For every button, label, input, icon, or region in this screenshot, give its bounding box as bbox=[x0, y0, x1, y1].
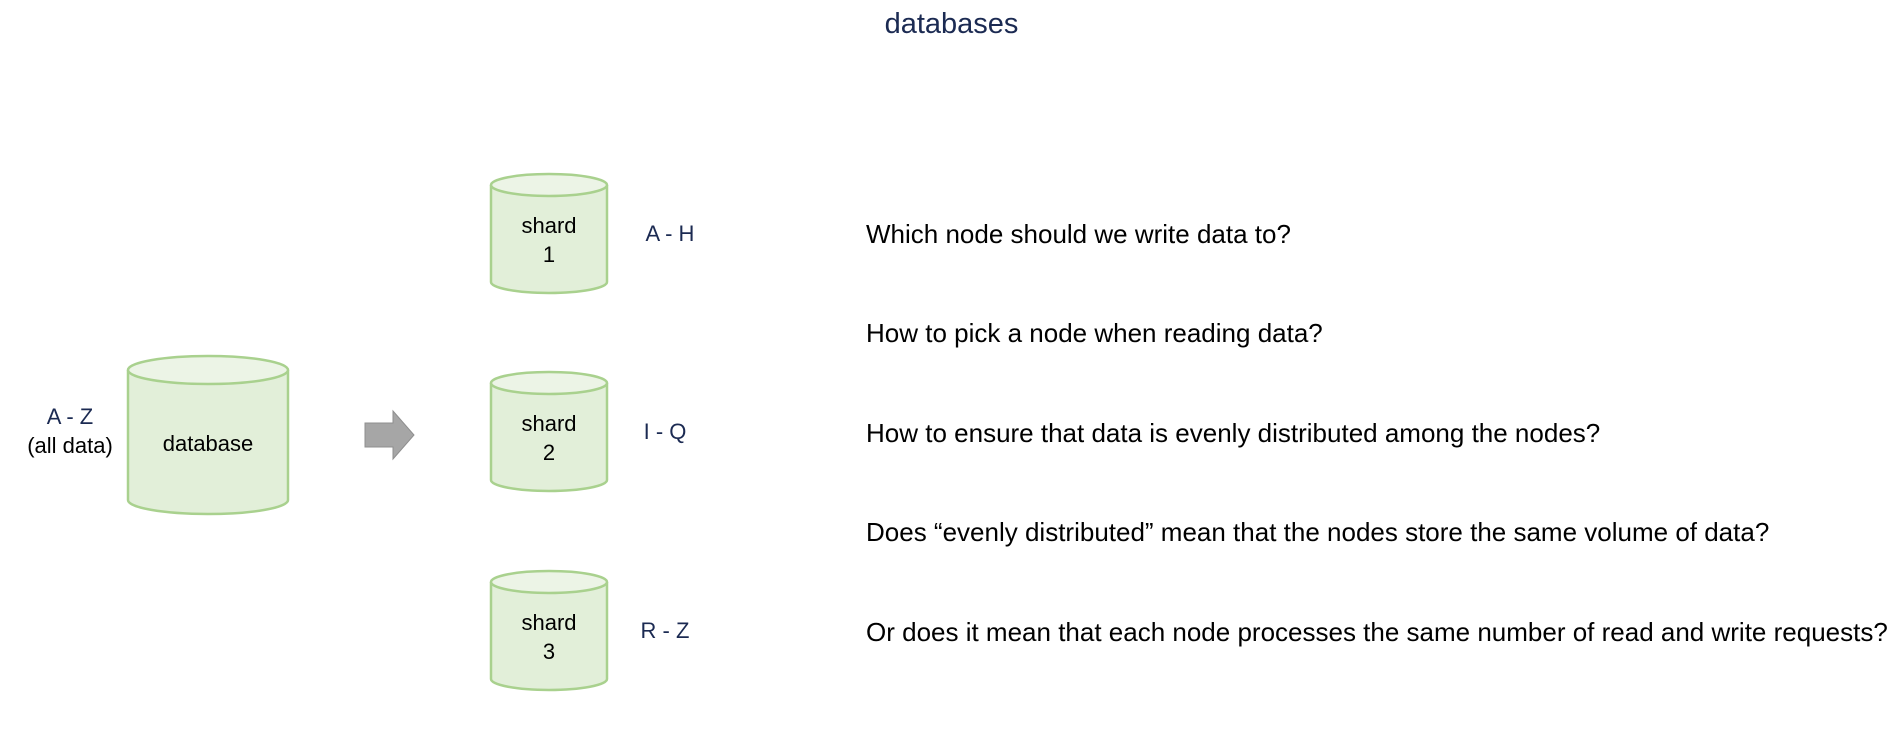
question-read-node: How to pick a node when reading data? bbox=[866, 318, 1323, 348]
shard-1-range: A - H bbox=[646, 221, 695, 246]
shard-3-cylinder: shard 3 bbox=[489, 569, 609, 692]
question-write-node: Which node should we write data to? bbox=[866, 219, 1291, 249]
shard-3-label-line1: shard bbox=[521, 610, 576, 635]
shard-3-range: R - Z bbox=[641, 618, 690, 643]
shard-1-cylinder: shard 1 bbox=[489, 172, 609, 295]
source-range-note: (all data) bbox=[27, 433, 113, 458]
shard-1-label-line1: shard bbox=[521, 213, 576, 238]
shard-3-label-line2: 3 bbox=[543, 639, 555, 664]
question-same-volume: Does “evenly distributed” mean that the … bbox=[866, 517, 1770, 547]
database-label: database bbox=[163, 431, 254, 456]
question-even-distribution: How to ensure that data is evenly distri… bbox=[866, 418, 1601, 448]
question-same-requests: Or does it mean that each node processes… bbox=[866, 617, 1888, 647]
shard-1-label-line2: 1 bbox=[543, 242, 555, 267]
right-arrow-icon bbox=[364, 409, 415, 461]
database-cylinder: database bbox=[126, 354, 290, 516]
source-range-label: A - Z bbox=[47, 404, 93, 429]
shard-2-range: I - Q bbox=[644, 419, 687, 444]
shard-2-cylinder: shard 2 bbox=[489, 370, 609, 493]
shard-2-label-line2: 2 bbox=[543, 440, 555, 465]
shard-2-label-line1: shard bbox=[521, 411, 576, 436]
